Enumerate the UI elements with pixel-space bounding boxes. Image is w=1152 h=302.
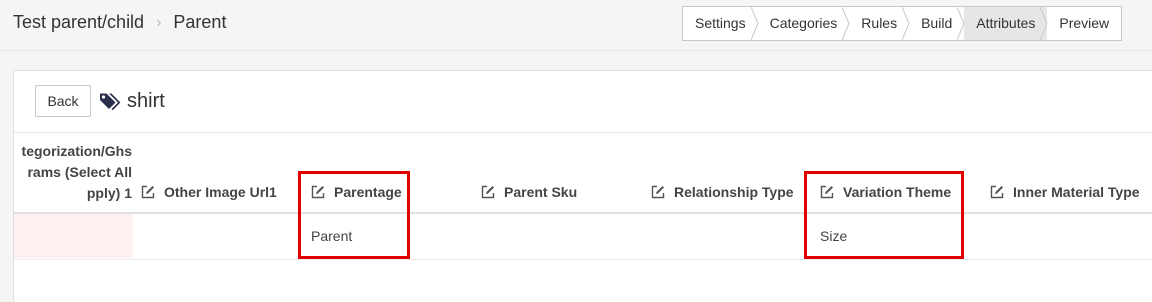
highlight-box-parentage [298,171,410,259]
step-categories[interactable]: Categories [758,7,850,40]
edit-icon [481,185,495,199]
step-chevron-icon [957,7,965,40]
edit-icon [141,185,155,199]
step-attributes[interactable]: Attributes [964,7,1048,40]
breadcrumb-parent[interactable]: Test parent/child [13,12,144,33]
column-label: Other Image Url1 [164,184,277,200]
highlight-box-variation-theme [804,171,964,259]
table-cell-invalid[interactable] [14,214,133,258]
header-line: pply) 1 [86,185,132,201]
step-label: Categories [769,15,838,31]
column-header-partial[interactable]: tegorization/Ghs rams (Select All pply) … [14,141,132,204]
top-header: Test parent/child › Parent Settings Cate… [0,0,1152,51]
step-preview[interactable]: Preview [1047,7,1121,40]
table-header-border [14,212,1152,214]
step-chevron-icon [750,7,759,40]
step-label: Attributes [976,15,1036,31]
attributes-panel: Back shirt tegorization/Ghs rams (Select… [13,70,1152,302]
tags-icon [100,93,121,111]
page-title: shirt [127,90,165,112]
column-label: Parent Sku [504,184,578,200]
table-row-border [14,259,1152,260]
back-button[interactable]: Back [35,85,91,117]
column-label: Inner Material Type [1013,184,1140,200]
step-label: Preview [1059,15,1110,31]
step-build[interactable]: Build [909,7,965,40]
step-rules[interactable]: Rules [849,7,910,40]
step-label: Build [921,15,953,31]
step-chevron-icon [842,7,850,40]
header-line: rams (Select All [27,164,132,180]
breadcrumb-current: Parent [173,12,227,32]
step-chevron-icon [902,7,910,40]
divider [14,132,1152,133]
step-label: Settings [695,15,746,31]
column-header-relationship-type[interactable]: Relationship Type [651,184,794,200]
column-header-parent-sku[interactable]: Parent Sku [481,184,577,200]
column-label: Relationship Type [674,184,794,200]
header-line: tegorization/Ghs [21,143,132,159]
wizard-steps: Settings Categories Rules Build Attribut… [682,6,1123,41]
edit-icon [651,185,665,199]
breadcrumb: Test parent/child › Parent [13,12,226,33]
edit-icon [990,185,1004,199]
column-header-inner-material-type[interactable]: Inner Material Type [990,184,1140,200]
step-chevron-icon [1040,7,1048,40]
chevron-right-icon: › [156,13,162,31]
column-header-other-image-url[interactable]: Other Image Url1 [141,184,277,200]
step-settings[interactable]: Settings [683,7,759,40]
step-label: Rules [861,15,898,31]
